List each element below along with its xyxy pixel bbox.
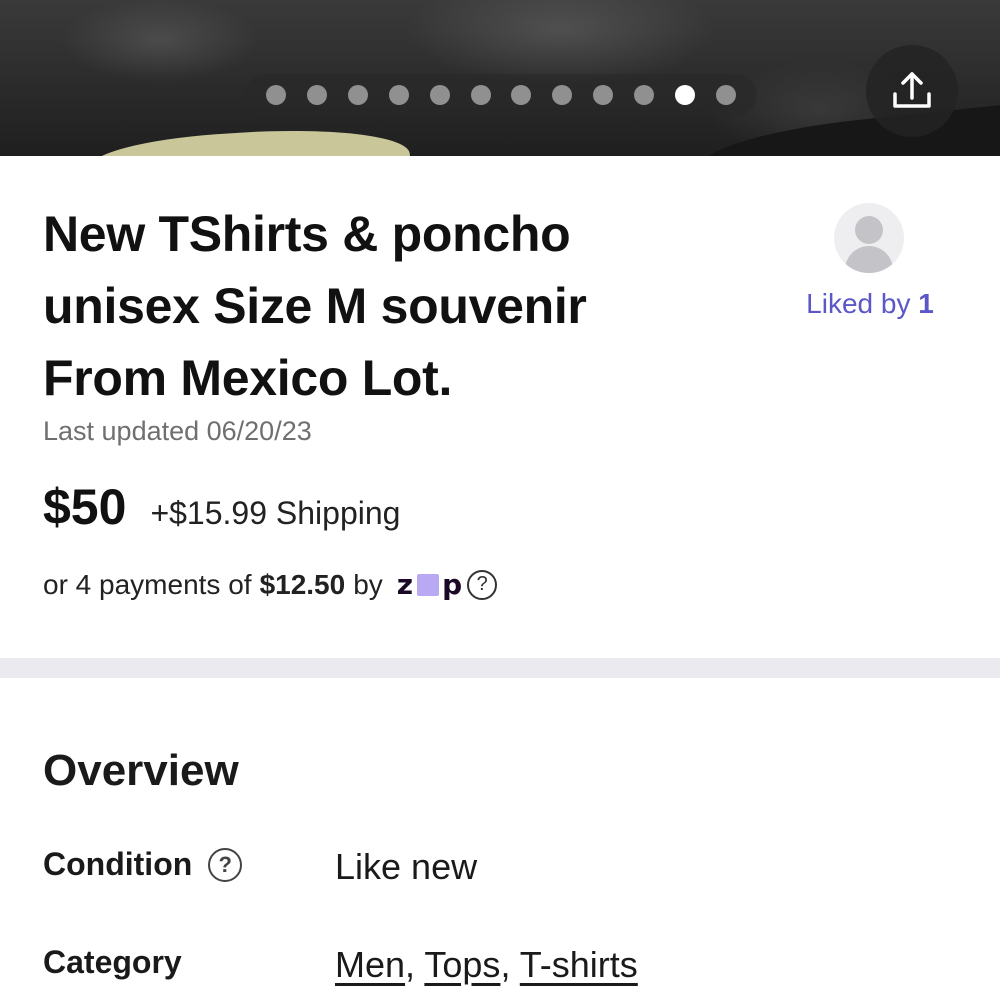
product-image-carousel[interactable] — [0, 0, 1000, 156]
price-row: $50 +$15.99 Shipping — [43, 478, 400, 536]
category-value: Men, Tops, T-shirts — [335, 944, 638, 985]
share-button[interactable] — [866, 45, 958, 137]
carousel-dot[interactable] — [388, 85, 409, 105]
category-label: Category — [43, 944, 182, 980]
listing-title: New TShirts & poncho unisex Size M souve… — [43, 206, 587, 406]
installment-offer: or 4 payments of $12.50 by z p ? — [43, 568, 498, 601]
carousel-dot[interactable] — [306, 85, 327, 105]
category-label-row: Category — [43, 944, 182, 981]
overview-heading: Overview — [43, 746, 239, 795]
carousel-dot[interactable] — [266, 85, 286, 105]
question-circle-icon[interactable]: ? — [467, 569, 498, 600]
category-link-tops[interactable]: Tops — [424, 944, 500, 985]
carousel-dot[interactable] — [347, 85, 368, 105]
carousel-dot[interactable] — [715, 85, 736, 105]
default-avatar-icon — [855, 216, 883, 244]
installment-amount: $12.50 — [259, 568, 346, 600]
last-updated: Last updated 06/20/23 — [43, 416, 312, 446]
condition-label: Condition — [43, 846, 193, 882]
section-divider — [0, 658, 1000, 678]
question-circle-icon[interactable]: ? — [208, 847, 243, 882]
installment-prefix: or 4 payments of — [43, 568, 252, 600]
carousel-dot[interactable] — [634, 85, 655, 105]
shipping-cost: +$15.99 Shipping — [150, 495, 401, 531]
carousel-dot[interactable] — [511, 85, 532, 105]
seller-avatar[interactable] — [834, 203, 904, 273]
liked-by-label: Liked by — [806, 288, 911, 319]
price: $50 — [43, 479, 127, 535]
condition-label-row: Condition ? — [43, 846, 243, 883]
zip-logo: z p — [396, 568, 464, 601]
liked-by-count: 1 — [918, 288, 934, 319]
share-upload-icon — [893, 72, 931, 108]
carousel-dot[interactable] — [675, 85, 696, 105]
product-photo-fabric — [88, 120, 412, 156]
category-link-men[interactable]: Men — [335, 944, 405, 985]
carousel-dot[interactable] — [470, 85, 491, 105]
condition-value: Like new — [335, 846, 478, 887]
installment-by: by — [353, 568, 383, 600]
carousel-dot[interactable] — [552, 85, 573, 105]
carousel-pagination — [245, 74, 757, 116]
category-link-tshirts[interactable]: T-shirts — [520, 944, 638, 985]
carousel-dot[interactable] — [593, 85, 614, 105]
carousel-dot[interactable] — [429, 85, 450, 105]
liked-by-link[interactable]: Liked by 1 — [790, 288, 950, 320]
